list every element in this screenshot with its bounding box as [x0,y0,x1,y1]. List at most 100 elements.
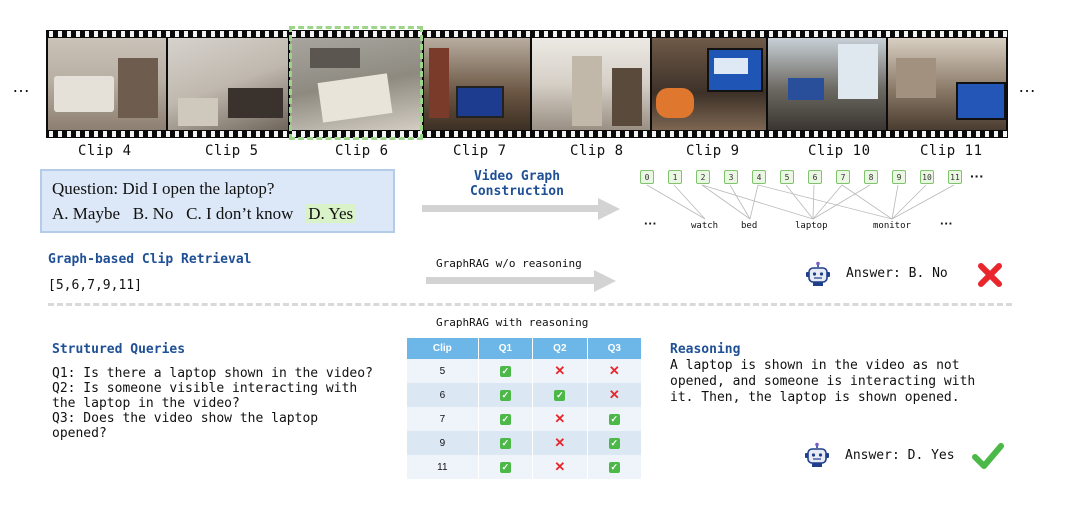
retrieval-title: Graph-based Clip Retrieval [48,252,252,267]
cross-icon: ✕ [554,363,566,378]
table-cell-q3: ✕ [587,359,643,383]
cross-icon: ✕ [554,459,566,474]
table-cell-q3: ✕ [587,383,643,407]
check-box-icon: ✓ [608,437,620,449]
graph-node-0: 0 [640,170,654,184]
check-box-icon: ✓ [608,413,620,425]
option-c: C. I don’t know [186,204,294,223]
reasoning-line-3: it. Then, the laptop is shown opened. [670,390,960,405]
query-line-1: Q1: Is there a laptop shown in the video… [52,366,373,381]
clip-6-highlight-box [289,26,423,140]
clip-label-4: Clip 4 [78,143,132,159]
frame-clip-10 [768,38,886,130]
ellipsis-right: … [1018,76,1037,96]
table-row: 5 ✓ ✕ ✕ [407,359,643,383]
table-header-clip: Clip [407,338,479,359]
query-line-3: the laptop in the video? [52,396,240,411]
check-box-icon: ✓ [499,389,511,401]
sprocket-row-bottom [46,131,1008,137]
table-cell-q3: ✓ [587,455,643,479]
table-cell-clip: 5 [407,359,479,383]
frame-clip-5 [168,38,288,130]
question-box: Question: Did I open the laptop? A. Mayb… [40,169,395,233]
graph-node-1: 1 [668,170,682,184]
option-d: D. Yes [306,204,356,223]
graph-node-3: 3 [724,170,738,184]
graph-edges [646,184,955,220]
graph-entity-laptop: laptop [795,221,828,231]
table-header-row: Clip Q1 Q2 Q3 [407,338,643,359]
reasoning-title: Reasoning [670,342,741,357]
table-cell-q3: ✓ [587,431,643,455]
robot-icon [805,442,829,467]
graph-entities-ellipsis-right: ··· [940,216,953,231]
graph-entities-ellipsis-left: ··· [644,216,657,231]
cross-icon: ✕ [554,411,566,426]
reasoning-line-1: A laptop is shown in the video as not [670,358,960,373]
clip-label-5: Clip 5 [205,143,259,159]
reasoning-line-2: opened, and someone is interacting with [670,374,976,389]
table-header-q2: Q2 [532,338,588,359]
ellipsis-left: … [12,76,31,96]
clip-label-10: Clip 10 [808,143,871,159]
check-box-icon: ✓ [499,413,511,425]
clip-label-6: Clip 6 [335,143,389,159]
question-options: A. Maybe B. No C. I don’t know D. Yes [52,204,356,224]
arrow-no-reasoning [426,270,616,292]
graph-node-8: 8 [864,170,878,184]
section-divider [48,303,1012,306]
option-a: A. Maybe [52,204,120,223]
graph-node-6: 6 [808,170,822,184]
reasoning-text: A laptop is shown in the video as not op… [670,358,975,406]
graph-entity-monitor: monitor [873,221,911,231]
table-row: 11 ✓ ✕ ✓ [407,455,643,479]
table-cell-q2: ✕ [532,407,588,431]
graph-title-line-1: Video Graph [473,169,561,184]
clip-label-8: Clip 8 [570,143,624,159]
arrow-to-graph [422,198,620,220]
queries-title: Strutured Queries [52,342,186,357]
clip-label-9: Clip 9 [686,143,740,159]
query-line-5: opened? [52,426,107,441]
graph-node-5: 5 [780,170,794,184]
table-cell-q1: ✓ [478,383,534,407]
table-cell-q2: ✕ [532,359,588,383]
frame-clip-9 [652,38,766,130]
check-box-icon: ✓ [499,461,511,473]
graphrag-with-reasoning-label: GraphRAG with reasoning [436,316,589,329]
table-cell-clip: 9 [407,431,479,455]
table-cell-q2: ✕ [532,431,588,455]
table-cell-q1: ✓ [478,407,534,431]
frame-clip-4 [48,38,166,130]
reasoning-table: Clip Q1 Q2 Q3 5 ✓ ✕ ✕ 6 ✓ ✓ ✕ 7 ✓ ✕ ✓ 9 ✓ ✕ ✓ 11 ✓ ✕ ✓ [407,338,643,479]
graph-node-9: 9 [892,170,906,184]
frame-clip-7 [424,38,530,130]
table-row: 7 ✓ ✕ ✓ [407,407,643,431]
cross-icon: ✕ [608,387,620,402]
clip-label-11: Clip 11 [920,143,983,159]
film-strip [46,30,1008,138]
graph-node-4: 4 [752,170,766,184]
table-cell-clip: 11 [407,455,479,479]
table-cell-clip: 6 [407,383,479,407]
check-box-icon: ✓ [554,389,566,401]
table-cell-q1: ✓ [478,455,534,479]
table-cell-q2: ✓ [532,383,588,407]
queries-text: Q1: Is there a laptop shown in the video… [52,366,373,441]
cross-mark-icon [978,263,1002,287]
graph-entity-bed: bed [741,221,758,231]
table-header-q1: Q1 [478,338,534,359]
check-mark-icon [972,443,1004,469]
sprocket-row-top [46,31,1008,37]
graph-title-line-2: Construction [470,184,564,199]
retrieval-result: [5,6,7,9,11] [48,278,142,293]
check-box-icon: ✓ [499,437,511,449]
table-cell-q1: ✓ [478,431,534,455]
table-cell-clip: 7 [407,407,479,431]
frame-clip-8 [532,38,650,130]
graph-nodes-ellipsis: ··· [970,168,984,184]
table-cell-q2: ✕ [532,455,588,479]
graph-node-10: 10 [920,170,934,184]
robot-icon [806,261,830,286]
table-header-q3: Q3 [587,338,643,359]
